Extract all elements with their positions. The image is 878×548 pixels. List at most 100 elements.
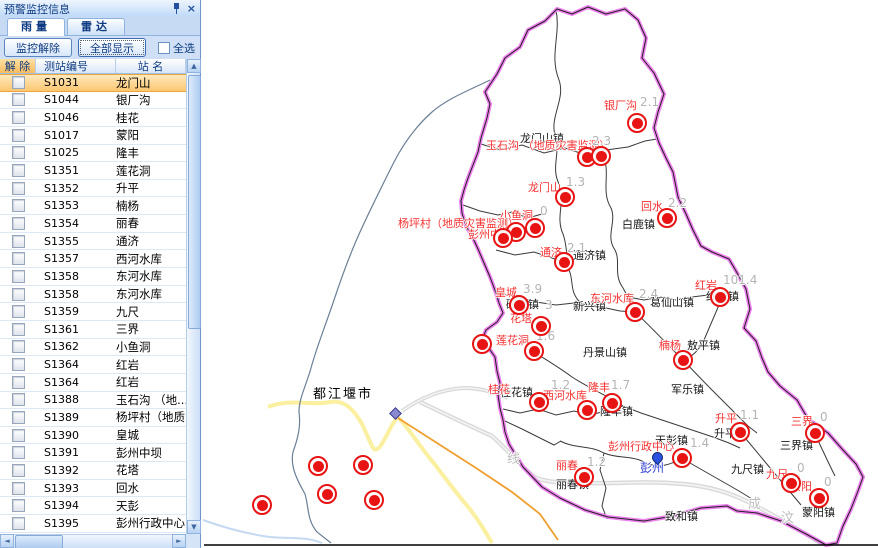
- table-row[interactable]: S1017蒙阳: [0, 127, 186, 145]
- release-checkbox[interactable]: [12, 111, 25, 124]
- tab-rainfall[interactable]: 雨量: [7, 18, 65, 36]
- release-checkbox[interactable]: [12, 376, 25, 389]
- station-name: 西河水库: [116, 251, 186, 267]
- release-checkbox[interactable]: [12, 429, 25, 442]
- release-checkbox[interactable]: [12, 411, 25, 424]
- release-checkbox[interactable]: [12, 464, 25, 477]
- table-row[interactable]: S1046桂花: [0, 109, 186, 127]
- station-id: S1392: [36, 464, 116, 477]
- table-row[interactable]: S1358东河水库: [0, 286, 186, 304]
- table-row[interactable]: S1355通济: [0, 233, 186, 251]
- station-id: S1364: [36, 376, 116, 389]
- select-all-checkbox[interactable]: [158, 42, 170, 54]
- release-checkbox[interactable]: [12, 93, 25, 106]
- station-name: 彭州中坝: [116, 445, 186, 461]
- scrollbar-corner: [186, 534, 200, 548]
- pin-icon[interactable]: [172, 3, 182, 14]
- table-row[interactable]: S1393回水: [0, 480, 186, 498]
- station-id: S1046: [36, 111, 116, 124]
- tab-strip: 雨量 雷达: [0, 17, 200, 36]
- grid-header: 解 除 测站编号 站 名: [0, 59, 186, 74]
- close-icon[interactable]: ×: [187, 3, 196, 14]
- table-row[interactable]: S1390皇城: [0, 427, 186, 445]
- release-checkbox[interactable]: [12, 340, 25, 353]
- header-station-name[interactable]: 站 名: [116, 59, 186, 74]
- release-checkbox[interactable]: [12, 217, 25, 230]
- release-checkbox[interactable]: [12, 164, 25, 177]
- station-name: 天彭: [116, 498, 186, 514]
- table-row[interactable]: S1025隆丰: [0, 145, 186, 163]
- station-name: 回水: [116, 480, 186, 496]
- header-release[interactable]: 解 除: [0, 59, 36, 74]
- table-row[interactable]: S1364红岩: [0, 356, 186, 374]
- release-monitor-button[interactable]: 监控解除: [4, 38, 72, 57]
- release-cell: [0, 146, 36, 159]
- station-name: 小鱼洞: [116, 339, 186, 355]
- station-name: 升平: [116, 180, 186, 196]
- station-name: 东河水库: [116, 268, 186, 284]
- table-row[interactable]: S1031龙门山: [0, 74, 186, 92]
- table-row[interactable]: S1352升平: [0, 180, 186, 198]
- table-row[interactable]: S1392花塔: [0, 462, 186, 480]
- station-name: 隆丰: [116, 145, 186, 161]
- release-checkbox[interactable]: [12, 146, 25, 159]
- release-checkbox[interactable]: [12, 182, 25, 195]
- table-row[interactable]: S1362小鱼洞: [0, 339, 186, 357]
- show-all-button[interactable]: 全部显示: [78, 38, 146, 57]
- release-cell: [0, 164, 36, 177]
- table-row[interactable]: S1364红岩: [0, 374, 186, 392]
- select-all: 全选: [158, 40, 195, 56]
- release-checkbox[interactable]: [12, 305, 25, 318]
- release-checkbox[interactable]: [12, 252, 25, 265]
- scroll-right-icon[interactable]: ►: [172, 534, 186, 548]
- table-row[interactable]: S1353楠杨: [0, 197, 186, 215]
- release-cell: [0, 517, 36, 530]
- table-row[interactable]: S1044银厂沟: [0, 92, 186, 110]
- station-id: S1391: [36, 446, 116, 459]
- map-canvas[interactable]: [202, 0, 878, 548]
- table-row[interactable]: S1351莲花洞: [0, 162, 186, 180]
- release-checkbox[interactable]: [12, 199, 25, 212]
- table-row[interactable]: S1361三界: [0, 321, 186, 339]
- table-row[interactable]: S1359九尺: [0, 303, 186, 321]
- table-row[interactable]: S1358东河水库: [0, 268, 186, 286]
- header-station-id[interactable]: 测站编号: [36, 59, 116, 74]
- release-checkbox[interactable]: [12, 270, 25, 283]
- release-checkbox[interactable]: [12, 129, 25, 142]
- scroll-up-icon[interactable]: ▲: [187, 59, 201, 73]
- release-checkbox[interactable]: [12, 499, 25, 512]
- release-checkbox[interactable]: [12, 76, 25, 89]
- table-row[interactable]: S1357西河水库: [0, 250, 186, 268]
- station-id: S1362: [36, 340, 116, 353]
- station-name: 银厂沟: [116, 92, 186, 108]
- table-row[interactable]: S1395彭州行政中心: [0, 515, 186, 533]
- vertical-scrollbar[interactable]: ▲ ▼: [186, 59, 200, 534]
- release-checkbox[interactable]: [12, 446, 25, 459]
- table-row[interactable]: S1391彭州中坝: [0, 444, 186, 462]
- station-id: S1353: [36, 199, 116, 212]
- table-row[interactable]: S1388玉石沟 （地...: [0, 392, 186, 410]
- release-checkbox[interactable]: [12, 235, 25, 248]
- release-cell: [0, 270, 36, 283]
- release-checkbox[interactable]: [12, 517, 25, 530]
- release-checkbox[interactable]: [12, 358, 25, 371]
- horizontal-scroll-thumb[interactable]: [15, 535, 63, 548]
- release-cell: [0, 305, 36, 318]
- table-row[interactable]: S1354丽春: [0, 215, 186, 233]
- station-name: 东河水库: [116, 286, 186, 302]
- table-row[interactable]: S1389杨坪村（地质...: [0, 409, 186, 427]
- tab-radar[interactable]: 雷达: [67, 18, 125, 35]
- scroll-down-icon[interactable]: ▼: [187, 520, 201, 534]
- release-checkbox[interactable]: [12, 482, 25, 495]
- release-cell: [0, 340, 36, 353]
- station-grid: 解 除 测站编号 站 名 S1031龙门山S1044银厂沟S1046桂花S101…: [0, 59, 200, 548]
- horizontal-scrollbar[interactable]: ◄ ►: [0, 534, 186, 548]
- station-name: 玉石沟 （地...: [116, 392, 186, 408]
- release-checkbox[interactable]: [12, 323, 25, 336]
- scroll-left-icon[interactable]: ◄: [0, 534, 14, 548]
- release-checkbox[interactable]: [12, 393, 25, 406]
- release-checkbox[interactable]: [12, 288, 25, 301]
- table-row[interactable]: S1394天彭: [0, 497, 186, 515]
- vertical-scroll-thumb[interactable]: [188, 75, 201, 329]
- release-cell: [0, 111, 36, 124]
